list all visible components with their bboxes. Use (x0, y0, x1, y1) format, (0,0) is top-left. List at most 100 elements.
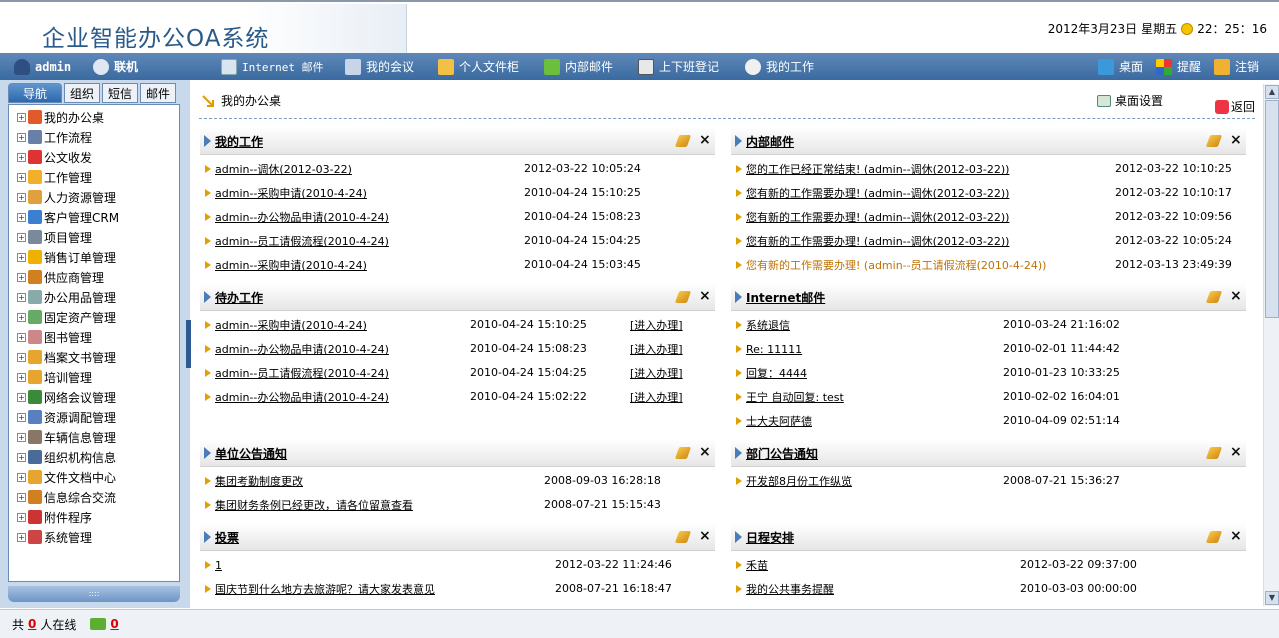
enter-handle-link[interactable]: [进入办理] (630, 365, 683, 381)
item-link[interactable]: admin--采购申请(2010-4-24) (215, 257, 367, 273)
item-link[interactable]: admin--员工请假流程(2010-4-24) (215, 365, 389, 381)
sidebar-item[interactable]: + 我的办公桌 (17, 108, 104, 126)
expand-icon[interactable]: + (17, 532, 26, 542)
sidebar-item[interactable]: + 培训管理 (17, 368, 92, 386)
item-link[interactable]: 国庆节到什么地方去旅游呢？请大家发表意见 (215, 581, 435, 597)
item-link[interactable]: admin--采购申请(2010-4-24) (215, 317, 367, 333)
tab-organization[interactable]: 组织 (64, 83, 101, 103)
sidebar-item[interactable]: + 办公用品管理 (17, 288, 116, 306)
expand-icon[interactable]: + (17, 232, 26, 242)
nav-my-meeting[interactable]: 我的会议 (345, 53, 414, 80)
sidebar-resize-handle[interactable]: :::: (8, 586, 180, 602)
sidebar-item[interactable]: + 档案文书管理 (17, 348, 116, 366)
back-button[interactable]: 返回 (1215, 98, 1255, 115)
scroll-thumb[interactable] (1265, 100, 1279, 318)
item-link[interactable]: admin--员工请假流程(2010-4-24) (215, 233, 389, 249)
edit-icon[interactable] (1205, 531, 1223, 543)
expand-icon[interactable]: + (17, 252, 26, 262)
sidebar-item[interactable]: + 组织机构信息 (17, 448, 116, 466)
sidebar-item[interactable]: + 信息综合交流 (17, 488, 116, 506)
close-icon[interactable]: × (1230, 288, 1242, 304)
item-link[interactable]: admin--办公物品申请(2010-4-24) (215, 389, 389, 405)
sidebar-item[interactable]: + 系统管理 (17, 528, 92, 546)
close-icon[interactable]: × (699, 528, 711, 544)
expand-icon[interactable]: + (17, 112, 26, 122)
expand-icon[interactable]: + (17, 212, 26, 222)
sidebar-item[interactable]: + 资源调配管理 (17, 408, 116, 426)
expand-icon[interactable]: + (17, 452, 26, 462)
mail-count[interactable]: 0 (110, 617, 118, 631)
expand-icon[interactable]: + (17, 292, 26, 302)
item-link[interactable]: 士大夫阿萨德 (746, 413, 812, 429)
item-link[interactable]: 回复：4444 (746, 365, 807, 381)
edit-icon[interactable] (674, 135, 692, 147)
expand-icon[interactable]: + (17, 372, 26, 382)
sidebar-item[interactable]: + 固定资产管理 (17, 308, 116, 326)
item-link[interactable]: 您有新的工作需要办理! (admin--调休(2012-03-22)) (746, 209, 1009, 225)
sidebar-item[interactable]: + 公文收发 (17, 148, 92, 166)
item-link[interactable]: admin--调休(2012-03-22) (215, 161, 352, 177)
expand-icon[interactable]: + (17, 152, 26, 162)
item-link[interactable]: 您有新的工作需要办理! (admin--调休(2012-03-22)) (746, 185, 1009, 201)
close-icon[interactable]: × (699, 132, 711, 148)
scroll-up-button[interactable]: ▲ (1265, 85, 1279, 99)
enter-handle-link[interactable]: [进入办理] (630, 317, 683, 333)
edit-icon[interactable] (1205, 447, 1223, 459)
item-link[interactable]: 禾苗 (746, 557, 768, 573)
panel-title[interactable]: 内部邮件 (735, 127, 794, 155)
panel-title[interactable]: 部门公告通知 (735, 439, 818, 467)
panel-title[interactable]: Internet邮件 (735, 283, 825, 311)
item-link[interactable]: admin--采购申请(2010-4-24) (215, 185, 367, 201)
nav-logout[interactable]: 注销 (1214, 53, 1259, 80)
item-link[interactable]: 您的工作已经正常结束! (admin--调休(2012-03-22)) (746, 161, 1009, 177)
panel-title[interactable]: 我的工作 (204, 127, 263, 155)
expand-icon[interactable]: + (17, 432, 26, 442)
tab-sms[interactable]: 短信 (102, 83, 139, 103)
expand-icon[interactable]: + (17, 132, 26, 142)
item-link[interactable]: admin--办公物品申请(2010-4-24) (215, 209, 389, 225)
expand-icon[interactable]: + (17, 172, 26, 182)
nav-my-work[interactable]: 我的工作 (745, 53, 814, 80)
item-link[interactable]: 集团财务条例已经更改，请各位留意查看 (215, 497, 413, 513)
edit-icon[interactable] (674, 531, 692, 543)
item-link[interactable]: admin--办公物品申请(2010-4-24) (215, 341, 389, 357)
nav-file-cabinet[interactable]: 个人文件柜 (438, 53, 519, 80)
expand-icon[interactable]: + (17, 192, 26, 202)
nav-reminder[interactable]: 提醒 (1156, 53, 1201, 80)
expand-icon[interactable]: + (17, 272, 26, 282)
nav-desktop[interactable]: 桌面 (1098, 53, 1143, 80)
close-icon[interactable]: × (1230, 132, 1242, 148)
expand-icon[interactable]: + (17, 412, 26, 422)
sidebar-item[interactable]: + 网络会议管理 (17, 388, 116, 406)
sidebar-item[interactable]: + 附件程序 (17, 508, 92, 526)
item-link[interactable]: 集团考勤制度更改 (215, 473, 303, 489)
nav-internal-mail[interactable]: 内部邮件 (544, 53, 613, 80)
edit-icon[interactable] (674, 447, 692, 459)
online-count[interactable]: 0 (28, 617, 36, 631)
panel-title[interactable]: 待办工作 (204, 283, 263, 311)
nav-attendance[interactable]: 上下班登记 (638, 53, 719, 80)
sidebar-item[interactable]: + 工作流程 (17, 128, 92, 146)
item-link[interactable]: 您有新的工作需要办理! (admin--员工请假流程(2010-4-24)) (746, 257, 1046, 273)
item-link[interactable]: 系统退信 (746, 317, 790, 333)
expand-icon[interactable]: + (17, 332, 26, 342)
online-status[interactable]: 联机 (93, 53, 138, 80)
panel-title[interactable]: 单位公告通知 (204, 439, 287, 467)
sidebar-item[interactable]: + 工作管理 (17, 168, 92, 186)
close-icon[interactable]: × (699, 288, 711, 304)
sidebar-item[interactable]: + 项目管理 (17, 228, 92, 246)
sidebar-item[interactable]: + 车辆信息管理 (17, 428, 116, 446)
expand-icon[interactable]: + (17, 392, 26, 402)
enter-handle-link[interactable]: [进入办理] (630, 389, 683, 405)
sidebar-item[interactable]: + 人力资源管理 (17, 188, 116, 206)
expand-icon[interactable]: + (17, 512, 26, 522)
item-link[interactable]: 1 (215, 559, 222, 572)
edit-icon[interactable] (1205, 135, 1223, 147)
sidebar-item[interactable]: + 供应商管理 (17, 268, 104, 286)
sidebar-item[interactable]: + 文件文档中心 (17, 468, 116, 486)
expand-icon[interactable]: + (17, 352, 26, 362)
mail-icon[interactable] (90, 618, 107, 630)
sidebar-item[interactable]: + 客户管理CRM (17, 208, 119, 226)
sidebar-item[interactable]: + 图书管理 (17, 328, 92, 346)
current-user[interactable]: admin (14, 53, 71, 80)
